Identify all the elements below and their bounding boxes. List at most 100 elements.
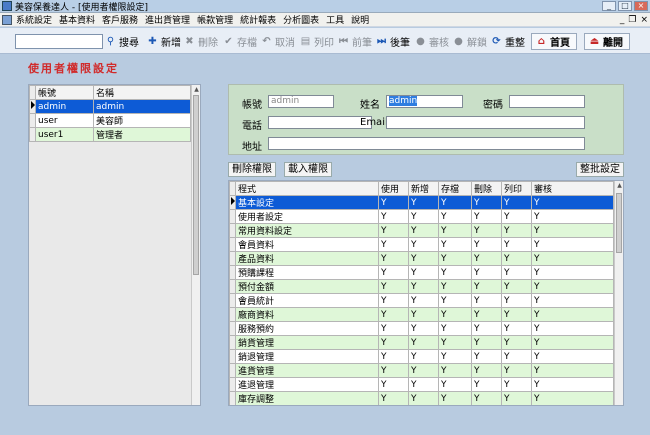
cell-audit[interactable]: Y — [531, 335, 614, 350]
cell-use[interactable]: Y — [378, 223, 409, 238]
cell-save[interactable]: Y — [438, 251, 472, 266]
menu-tools[interactable]: 工具 — [326, 13, 344, 26]
cell-add[interactable]: Y — [408, 237, 439, 252]
cell-add[interactable]: Y — [408, 195, 439, 210]
cell-use[interactable]: Y — [378, 293, 409, 308]
close-button[interactable]: × — [634, 1, 648, 11]
cell-save[interactable]: Y — [438, 321, 472, 336]
cell-save[interactable]: Y — [438, 195, 472, 210]
delete-button[interactable]: ✖ 刪除 — [183, 33, 218, 50]
cell-add[interactable]: Y — [408, 223, 439, 238]
cell-del[interactable]: Y — [471, 279, 502, 294]
cell-print[interactable]: Y — [501, 391, 532, 405]
column-header-save[interactable]: 存檔 — [438, 181, 472, 196]
cell-add[interactable]: Y — [408, 391, 439, 405]
cell-add[interactable]: Y — [408, 209, 439, 224]
cell-save[interactable]: Y — [438, 377, 472, 392]
column-header-account[interactable]: 帳號 — [35, 85, 94, 100]
cell-save[interactable]: Y — [438, 237, 472, 252]
load-permission-button[interactable]: 載入權限 — [284, 162, 332, 177]
menu-charts[interactable]: 分析圖表 — [283, 13, 319, 26]
cell-use[interactable]: Y — [378, 321, 409, 336]
cell-audit[interactable]: Y — [531, 349, 614, 364]
scroll-up-icon[interactable]: ▲ — [616, 182, 623, 189]
cell-print[interactable]: Y — [501, 377, 532, 392]
refresh-button[interactable]: ⟳ 重整 — [490, 33, 525, 50]
cell-use[interactable]: Y — [378, 349, 409, 364]
account-field[interactable]: admin — [268, 95, 334, 108]
menu-basic-data[interactable]: 基本資料 — [59, 13, 95, 26]
table-row[interactable]: 銷退管理 Y Y Y Y Y Y — [229, 349, 614, 364]
table-row[interactable]: 會員統計 Y Y Y Y Y Y — [229, 293, 614, 308]
cell-audit[interactable]: Y — [531, 293, 614, 308]
cell-audit[interactable]: Y — [531, 321, 614, 336]
table-row[interactable]: 常用資料設定 Y Y Y Y Y Y — [229, 223, 614, 238]
scrollbar-thumb[interactable] — [193, 95, 199, 275]
menu-system[interactable]: 系統設定 — [16, 13, 52, 26]
menu-accounts[interactable]: 帳款管理 — [197, 13, 233, 26]
cell-save[interactable]: Y — [438, 265, 472, 280]
cell-del[interactable]: Y — [471, 391, 502, 405]
table-row[interactable]: user 美容師 — [29, 113, 191, 128]
phone-field[interactable] — [268, 116, 372, 129]
cell-use[interactable]: Y — [378, 237, 409, 252]
cell-print[interactable]: Y — [501, 265, 532, 280]
menu-customer-service[interactable]: 客戶服務 — [102, 13, 138, 26]
cell-del[interactable]: Y — [471, 363, 502, 378]
table-row[interactable]: 進退管理 Y Y Y Y Y Y — [229, 377, 614, 392]
cell-save[interactable]: Y — [438, 349, 472, 364]
password-field[interactable] — [509, 95, 585, 108]
home-button[interactable]: ⌂ 首頁 — [531, 33, 577, 50]
next-button[interactable]: ⏭ 後筆 — [375, 33, 410, 50]
cell-audit[interactable]: Y — [531, 237, 614, 252]
search-input[interactable] — [15, 34, 103, 49]
cell-print[interactable]: Y — [501, 335, 532, 350]
table-row[interactable]: 基本設定 Y Y Y Y Y Y — [229, 195, 614, 210]
cell-print[interactable]: Y — [501, 293, 532, 308]
cell-del[interactable]: Y — [471, 265, 502, 280]
email-field[interactable] — [386, 116, 585, 129]
table-row[interactable]: user1 管理者 — [29, 127, 191, 142]
cell-audit[interactable]: Y — [531, 223, 614, 238]
cell-del[interactable]: Y — [471, 335, 502, 350]
table-row[interactable]: 使用者設定 Y Y Y Y Y Y — [229, 209, 614, 224]
table-row[interactable]: 進貨管理 Y Y Y Y Y Y — [229, 363, 614, 378]
cell-print[interactable]: Y — [501, 363, 532, 378]
menu-help[interactable]: 說明 — [351, 13, 369, 26]
audit-button[interactable]: ● 審核 — [414, 33, 449, 50]
cell-save[interactable]: Y — [438, 293, 472, 308]
cell-add[interactable]: Y — [408, 349, 439, 364]
cell-add[interactable]: Y — [408, 279, 439, 294]
cell-add[interactable]: Y — [408, 363, 439, 378]
cell-print[interactable]: Y — [501, 223, 532, 238]
search-button[interactable]: ⚲ 搜尋 — [104, 33, 139, 50]
cell-print[interactable]: Y — [501, 321, 532, 336]
cell-use[interactable]: Y — [378, 265, 409, 280]
cell-print[interactable]: Y — [501, 307, 532, 322]
cell-audit[interactable]: Y — [531, 391, 614, 405]
cell-audit[interactable]: Y — [531, 307, 614, 322]
cell-save[interactable]: Y — [438, 279, 472, 294]
cell-print[interactable]: Y — [501, 349, 532, 364]
mdi-restore-button[interactable]: ❐ — [628, 15, 636, 25]
column-header-audit[interactable]: 審核 — [531, 181, 614, 196]
column-header-delete[interactable]: 刪除 — [471, 181, 502, 196]
cell-use[interactable]: Y — [378, 251, 409, 266]
address-field[interactable] — [268, 137, 585, 150]
cell-audit[interactable]: Y — [531, 279, 614, 294]
cell-del[interactable]: Y — [471, 223, 502, 238]
cell-print[interactable]: Y — [501, 209, 532, 224]
cell-del[interactable]: Y — [471, 321, 502, 336]
cell-add[interactable]: Y — [408, 321, 439, 336]
table-row[interactable]: 預付金額 Y Y Y Y Y Y — [229, 279, 614, 294]
cell-use[interactable]: Y — [378, 363, 409, 378]
maximize-button[interactable]: □ — [618, 1, 632, 11]
print-button[interactable]: ▤ 列印 — [299, 33, 334, 50]
save-button[interactable]: ✔ 存檔 — [222, 33, 257, 50]
cell-use[interactable]: Y — [378, 195, 409, 210]
cell-del[interactable]: Y — [471, 293, 502, 308]
cell-save[interactable]: Y — [438, 335, 472, 350]
column-header-name[interactable]: 名稱 — [93, 85, 191, 100]
cell-del[interactable]: Y — [471, 377, 502, 392]
cell-use[interactable]: Y — [378, 391, 409, 405]
